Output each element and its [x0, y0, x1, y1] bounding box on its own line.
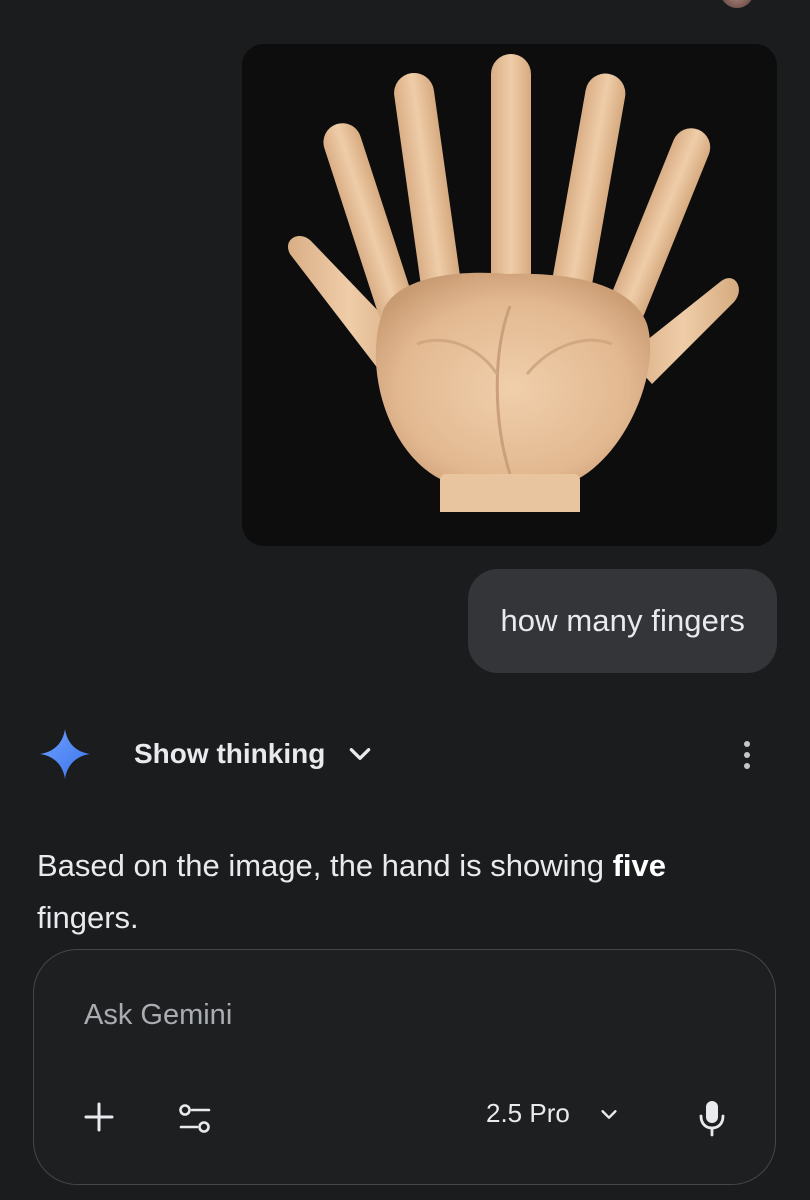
composer: 2.5 Pro: [33, 949, 776, 1185]
plus-icon[interactable]: [82, 1100, 116, 1134]
model-picker[interactable]: 2.5 Pro: [486, 1098, 620, 1129]
response-text: Based on the image, the hand is showing …: [37, 840, 757, 944]
response-text-before: Based on the image, the hand is showing: [37, 848, 613, 883]
response-text-after: fingers.: [37, 900, 139, 935]
user-uploaded-image[interactable]: [242, 44, 777, 546]
show-thinking-label: Show thinking: [134, 738, 326, 769]
more-vertical-icon[interactable]: [742, 740, 752, 770]
tools-icon[interactable]: [178, 1102, 212, 1136]
user-message-bubble: how many fingers: [468, 569, 777, 673]
chevron-down-icon: [601, 1109, 617, 1119]
mic-icon[interactable]: [698, 1099, 726, 1137]
model-label: 2.5 Pro: [486, 1098, 570, 1128]
gemini-sparkle-icon: [40, 729, 90, 779]
response-text-bold: five: [612, 848, 667, 883]
ask-gemini-input[interactable]: [82, 992, 686, 1038]
avatar[interactable]: [720, 0, 754, 8]
chevron-down-icon: [350, 748, 371, 760]
hand-image: [242, 44, 777, 546]
show-thinking-toggle[interactable]: Show thinking: [134, 738, 373, 770]
response-header: Show thinking: [36, 722, 776, 786]
gemini-chat-screen: how many fingers Show thinking Based on …: [0, 0, 810, 1200]
